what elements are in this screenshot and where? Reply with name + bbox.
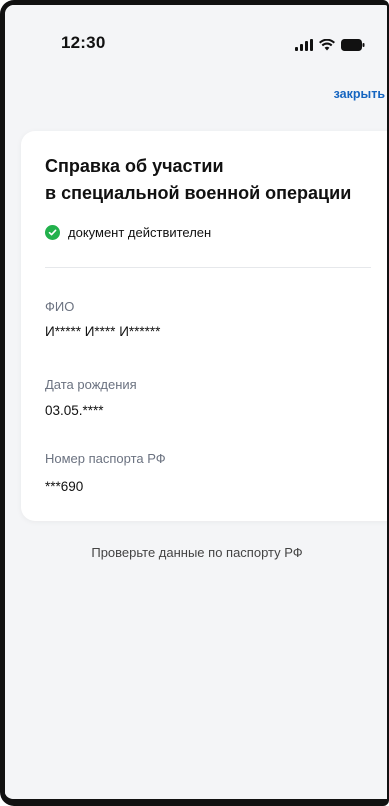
fio-label: ФИО <box>45 299 75 314</box>
verify-passport-hint: Проверьте данные по паспорту РФ <box>91 545 303 560</box>
close-button[interactable]: закрыть <box>334 87 385 101</box>
screen: 12:30 закрыть Справка об участии в специ… <box>5 5 387 799</box>
birth-date-value: 03.05.**** <box>45 403 104 418</box>
battery-icon <box>341 39 365 51</box>
signal-icon <box>295 39 313 51</box>
passport-number-value: ***690 <box>45 479 84 494</box>
status-icons <box>295 37 365 51</box>
fio-value: И***** И**** И****** <box>45 324 161 339</box>
phone-frame: 12:30 закрыть Справка об участии в специ… <box>0 0 389 806</box>
wifi-icon <box>319 39 335 51</box>
document-status: документ действителен <box>45 225 211 240</box>
passport-number-label: Номер паспорта РФ <box>45 451 166 466</box>
status-time: 12:30 <box>61 33 106 52</box>
status-text: документ действителен <box>68 225 212 240</box>
divider <box>45 267 371 268</box>
birth-date-label: Дата рождения <box>45 377 137 392</box>
check-icon <box>45 225 60 240</box>
card-title: Справка об участии в специальной военной… <box>45 153 375 207</box>
card-title-line-2: в специальной военной операции <box>45 183 352 203</box>
certificate-card: Справка об участии в специальной военной… <box>21 131 387 521</box>
card-title-line-1: Справка об участии <box>45 156 224 176</box>
